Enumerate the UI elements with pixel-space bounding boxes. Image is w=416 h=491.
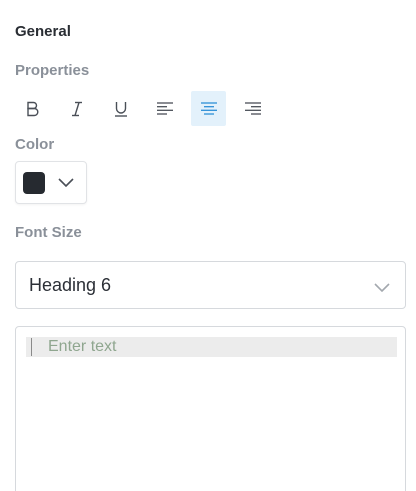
align-left-icon xyxy=(156,102,173,115)
chevron-down-icon xyxy=(374,279,390,297)
color-picker[interactable] xyxy=(15,161,87,204)
text-input-area[interactable]: Enter text xyxy=(15,326,406,491)
bold-button[interactable] xyxy=(15,91,50,126)
font-size-label: Font Size xyxy=(15,224,82,241)
properties-label: Properties xyxy=(15,62,90,79)
formatting-toolbar xyxy=(15,91,279,126)
align-center-icon xyxy=(200,102,217,115)
align-right-button[interactable] xyxy=(235,91,270,126)
underline-icon xyxy=(114,101,128,117)
align-left-button[interactable] xyxy=(147,91,182,126)
underline-button[interactable] xyxy=(103,91,138,126)
font-size-value: Heading 6 xyxy=(29,274,112,295)
text-input-line[interactable]: Enter text xyxy=(26,337,397,357)
chevron-down-icon xyxy=(58,174,74,192)
section-title-general: General xyxy=(15,23,71,40)
color-swatch xyxy=(23,171,45,194)
bold-icon xyxy=(26,101,40,117)
align-right-icon xyxy=(244,102,261,115)
text-placeholder: Enter text xyxy=(48,338,117,355)
italic-icon xyxy=(70,101,84,117)
align-center-button[interactable] xyxy=(191,91,226,126)
color-label: Color xyxy=(15,136,55,153)
italic-button[interactable] xyxy=(59,91,94,126)
font-size-select[interactable]: Heading 6 xyxy=(15,261,406,309)
text-caret xyxy=(31,338,32,356)
